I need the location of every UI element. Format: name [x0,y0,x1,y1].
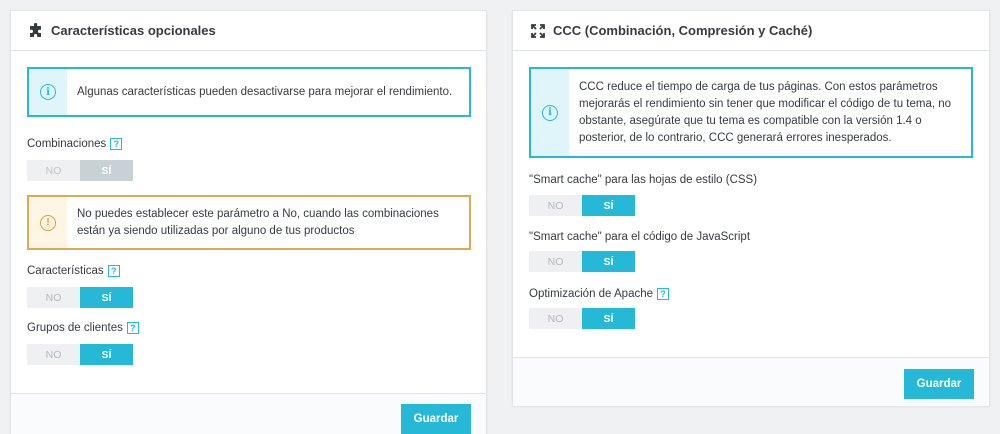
warning-alert-text: No puedes establecer este parámetro a No… [77,207,439,237]
smart-cache-js-label: "Smart cache" para el código de JavaScri… [529,231,751,243]
apache-toggle[interactable]: NO SÍ [529,308,635,329]
combinations-toggle: NO SÍ [27,160,133,181]
apache-label: Optimización de Apache ? [529,288,670,300]
combinations-yes-option: SÍ [80,160,133,181]
optional-features-panel: Características opcionales i Algunas car… [10,10,487,434]
customer-groups-toggle[interactable]: NO SÍ [27,344,133,365]
apache-yes-option[interactable]: SÍ [582,308,635,329]
help-icon[interactable]: ? [126,322,139,334]
smart-cache-js-yes-option[interactable]: SÍ [582,251,635,272]
panel-footer: Guardar [513,357,989,406]
smart-cache-js-no-option[interactable]: NO [529,251,582,272]
help-icon[interactable]: ? [657,288,670,300]
panel-title: Características opcionales [51,23,216,38]
features-toggle[interactable]: NO SÍ [27,287,133,308]
smart-cache-css-yes-option[interactable]: SÍ [582,195,635,216]
panel-footer: Guardar [11,393,486,434]
apache-no-option[interactable]: NO [529,308,582,329]
warning-alert: ! No puedes establecer este parámetro a … [27,195,471,250]
customer-groups-yes-option[interactable]: SÍ [80,344,133,365]
info-icon: i [542,104,558,121]
customer-groups-no-option[interactable]: NO [27,344,80,365]
combinations-no-option: NO [27,160,80,181]
features-label: Características ? [27,265,120,277]
warning-icon: ! [40,214,56,231]
info-alert: i CCC reduce el tiempo de carga de tus p… [529,67,973,158]
ccc-panel: CCC (Combinación, Compresión y Caché) i … [512,10,990,406]
info-alert: i Algunas características pueden desacti… [27,67,471,117]
puzzle-icon [27,22,45,40]
info-alert-text: CCC reduce el tiempo de carga de tus pág… [579,80,952,144]
help-icon[interactable]: ? [110,138,123,150]
save-button[interactable]: Guardar [401,404,471,434]
panel-header: Características opcionales [11,11,486,51]
smart-cache-js-toggle[interactable]: NO SÍ [529,251,635,272]
combinations-label: Combinaciones ? [27,138,123,150]
smart-cache-css-toggle[interactable]: NO SÍ [529,195,635,216]
features-no-option[interactable]: NO [27,287,80,308]
expand-icon [529,22,547,40]
info-alert-text: Algunas características pueden desactiva… [77,85,453,98]
save-button[interactable]: Guardar [904,369,974,399]
info-icon: i [40,84,56,100]
help-icon[interactable]: ? [107,265,120,277]
panel-header: CCC (Combinación, Compresión y Caché) [513,11,989,51]
smart-cache-css-label: "Smart cache" para las hojas de estilo (… [529,174,758,186]
customer-groups-label: Grupos de clientes ? [27,322,139,334]
panel-title: CCC (Combinación, Compresión y Caché) [553,23,813,38]
smart-cache-css-no-option[interactable]: NO [529,195,582,216]
features-yes-option[interactable]: SÍ [80,287,133,308]
